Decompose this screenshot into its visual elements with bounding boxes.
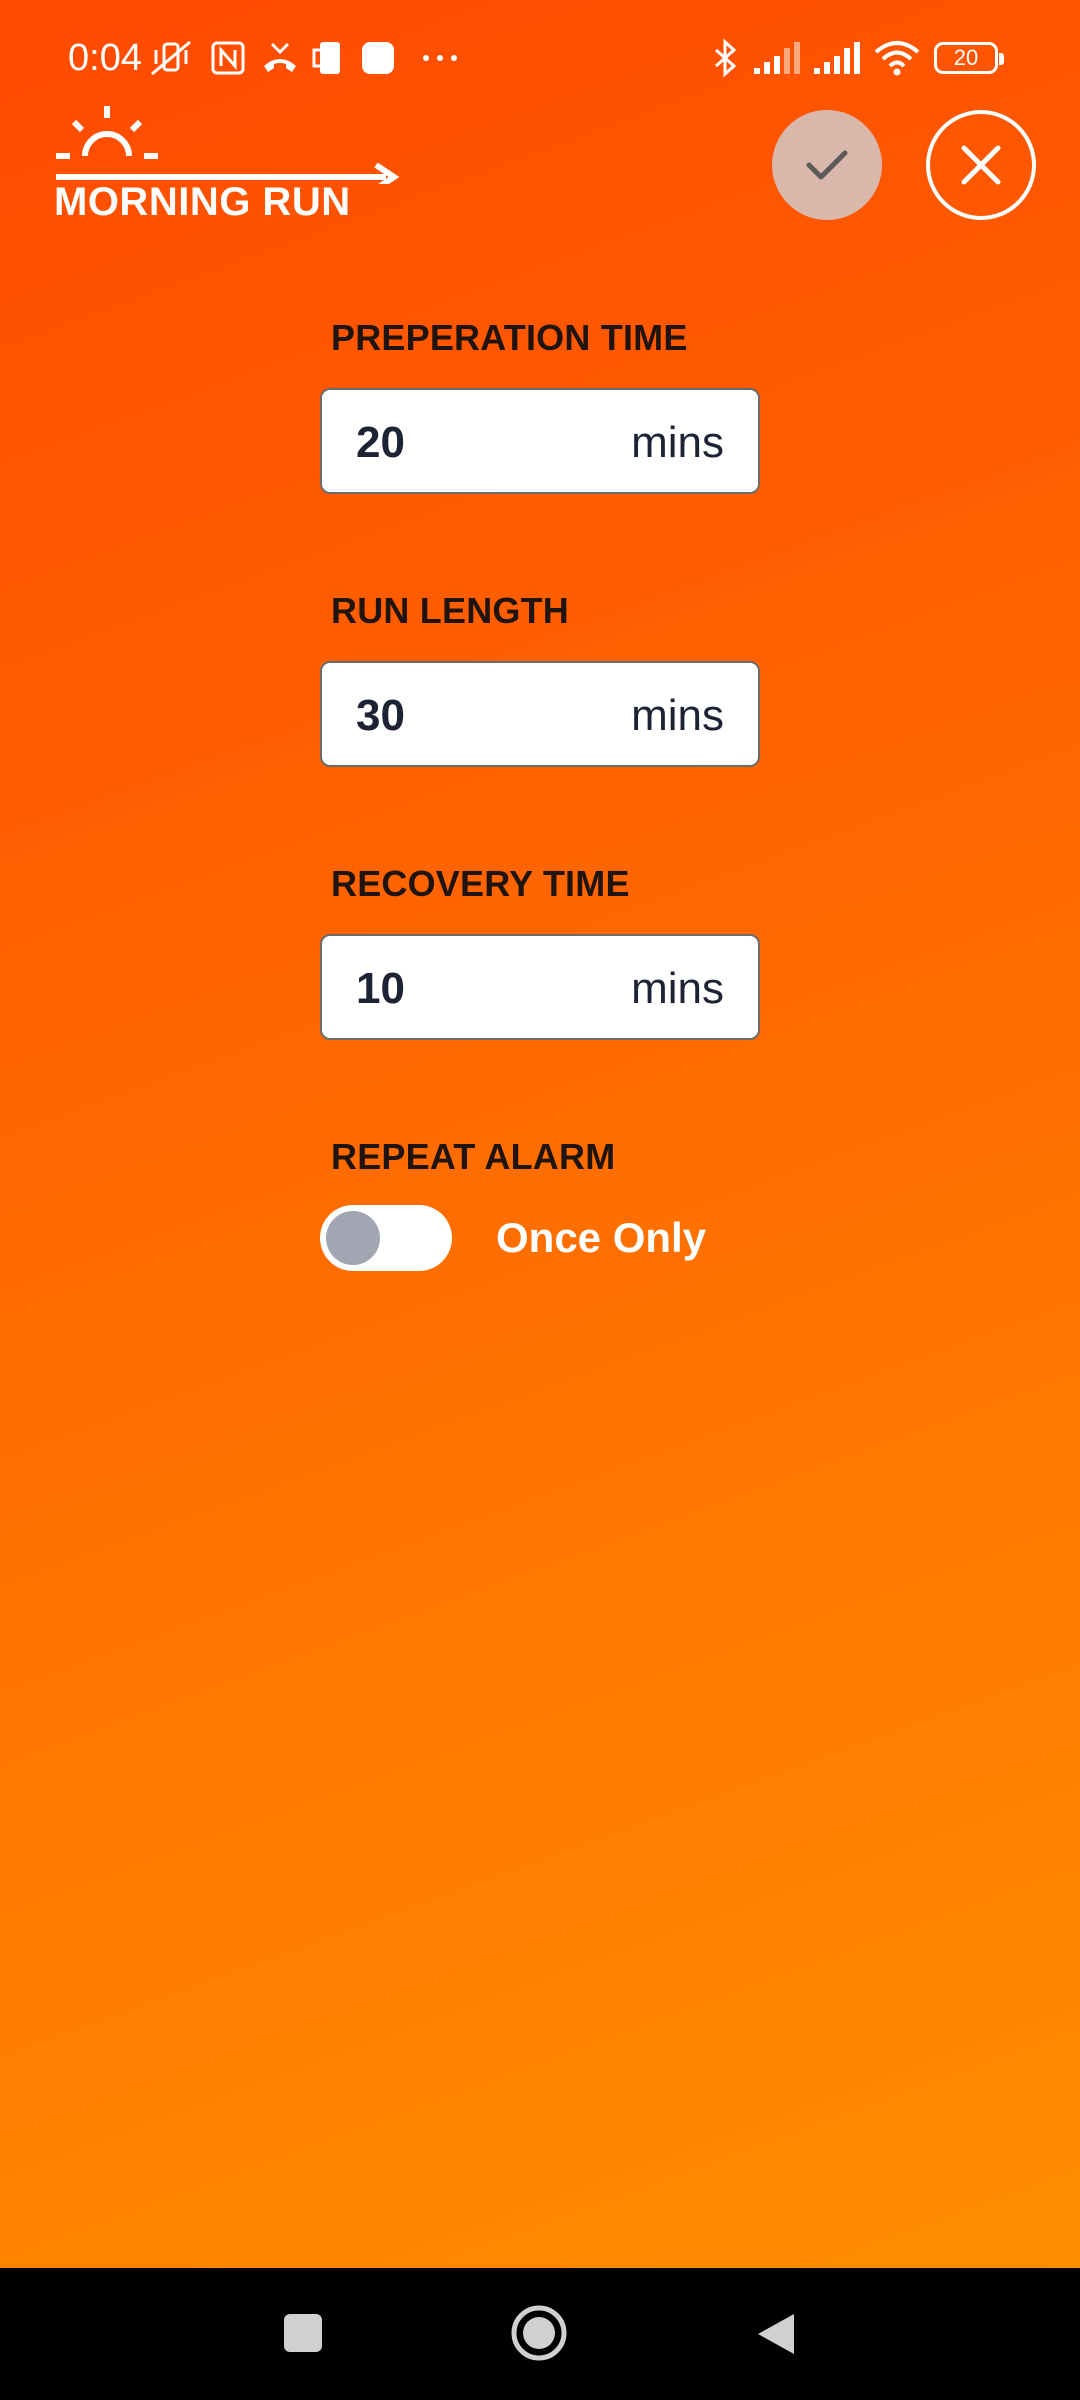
wifi-icon [872,38,922,78]
repeat-alarm-label: REPEAT ALARM [331,1136,616,1177]
check-icon [806,150,848,180]
back-icon[interactable] [754,2310,798,2363]
more-notifications-icon [420,38,460,78]
recents-icon[interactable] [282,2312,324,2359]
signal-icon [752,38,802,78]
logo-text: MORNING RUN [54,180,351,224]
preparation-time-unit: mins [631,418,724,467]
close-icon [961,145,1001,185]
missed-call-icon [260,38,300,78]
navigation-bar [0,2268,1080,2400]
home-icon[interactable] [510,2304,568,2367]
recovery-time-value: 10 [356,964,405,1013]
repeat-alarm-toggle[interactable] [320,1205,452,1271]
status-time: 0:04 [68,37,142,79]
recovery-time-label: RECOVERY TIME [331,863,630,904]
settings-screen: 0:04 20 MORNING RUN PREPERATION TIME 20 … [0,0,1080,2268]
preparation-time-value: 20 [356,418,405,467]
screen-cast-icon [312,38,348,78]
nfc-icon [210,38,246,78]
status-bar: 0:04 20 [0,0,1080,116]
recovery-time-input[interactable]: 10 mins [320,934,760,1040]
bluetooth-icon [712,38,740,78]
preparation-time-label: PREPERATION TIME [331,317,688,358]
mute-vibrate-icon [150,38,194,78]
recovery-time-unit: mins [631,964,724,1013]
sunrise-icon [56,106,400,184]
confirm-button[interactable] [772,110,882,220]
morning-run-logo: MORNING RUN [52,104,402,234]
run-length-value: 30 [356,691,405,740]
run-length-input[interactable]: 30 mins [320,661,760,767]
run-length-unit: mins [631,691,724,740]
toggle-knob [326,1211,380,1265]
preparation-time-input[interactable]: 20 mins [320,388,760,494]
battery-icon: 20 [934,42,1004,74]
run-length-label: RUN LENGTH [331,590,569,631]
signal-icon [812,38,862,78]
app-notification-icon [360,38,396,78]
repeat-alarm-state: Once Only [496,1214,707,1261]
close-button[interactable] [926,110,1036,220]
